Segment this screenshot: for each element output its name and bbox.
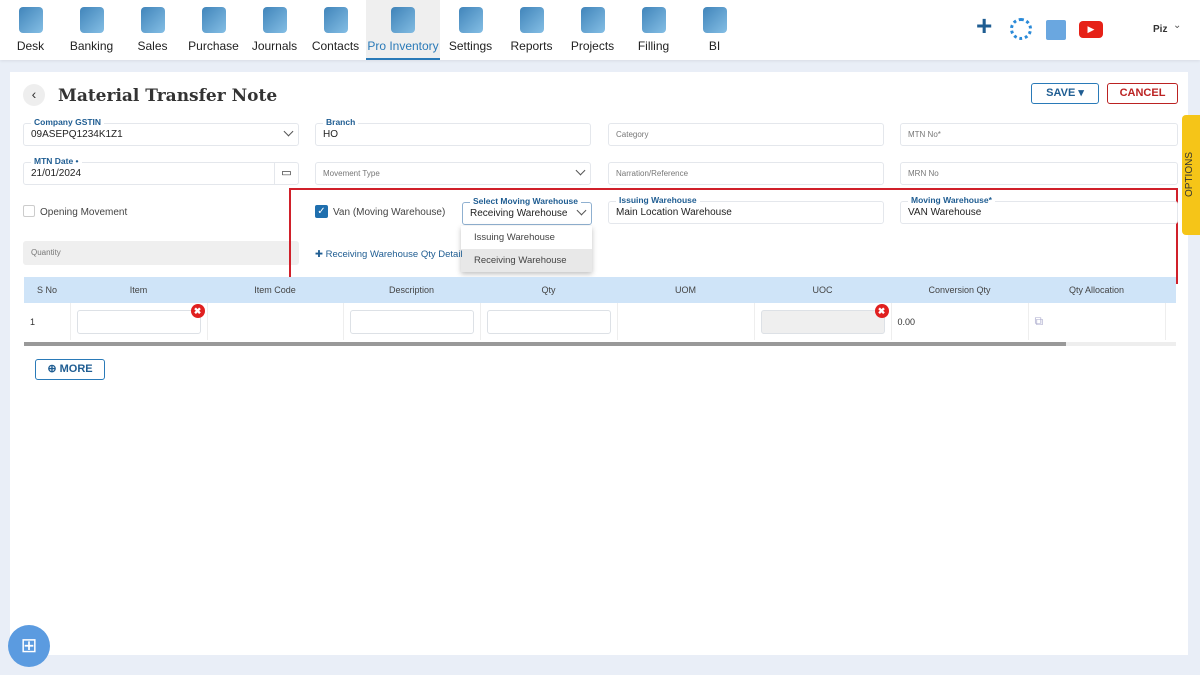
opening-movement-label: Opening Movement — [40, 207, 128, 218]
column-header: Item — [70, 277, 207, 303]
uoc-input[interactable] — [760, 309, 885, 334]
desk-icon — [18, 7, 43, 33]
option-receiving-warehouse[interactable]: Receiving Warehouse — [461, 249, 592, 272]
category-field[interactable]: Category — [608, 123, 884, 146]
column-header: Conversion Qty — [891, 277, 1028, 303]
cancel-button[interactable]: CANCEL — [1107, 83, 1178, 104]
column-header: Qty — [480, 277, 617, 303]
column-header: Description — [343, 277, 480, 303]
purchase-icon — [201, 7, 226, 33]
mrn-no-field[interactable]: MRN No — [900, 162, 1178, 185]
column-header: S No — [24, 277, 70, 303]
nav-item-reports[interactable]: Reports — [501, 0, 562, 60]
narration-field[interactable]: Narration/Reference — [608, 162, 884, 185]
option-issuing-warehouse[interactable]: Issuing Warehouse — [461, 226, 592, 249]
calendar-icon[interactable]: ▭ — [274, 163, 298, 184]
youtube-icon[interactable]: ▶ — [1079, 21, 1103, 38]
bank-icon — [79, 7, 104, 33]
nav-item-filling[interactable]: Filling — [623, 0, 684, 60]
chevron-down-icon — [575, 165, 586, 176]
horizontal-scrollbar[interactable] — [24, 342, 1176, 346]
column-header: Item Code — [207, 277, 343, 303]
add-icon[interactable]: + — [976, 10, 992, 42]
movement-type-select[interactable]: Movement Type — [315, 162, 591, 185]
inventory-icon — [391, 7, 415, 33]
nav-item-pro-inventory[interactable]: Pro Inventory — [366, 0, 440, 60]
remove-uoc-icon[interactable]: ✖ — [874, 304, 889, 318]
page-title: Material Transfer Note — [58, 86, 278, 106]
receiving-warehouse-qty-link[interactable]: ✚ Receiving Warehouse Qty Detail — [315, 249, 463, 260]
user-menu-chevron-icon[interactable]: ⌄ — [1173, 20, 1181, 31]
gear-icon[interactable] — [1010, 18, 1032, 40]
company-gstin-select[interactable]: Company GSTIN 09ASEPQ1234K1Z1 — [23, 117, 299, 146]
filling-icon — [641, 7, 666, 33]
projects-icon — [580, 7, 605, 33]
mtn-date-field[interactable]: MTN Date • 21/01/2024 ▭ — [23, 156, 299, 185]
save-button[interactable]: SAVE ▾ — [1031, 83, 1099, 104]
van-label: Van (Moving Warehouse) — [333, 207, 446, 218]
description-input[interactable] — [349, 309, 474, 334]
nav-item-purchase[interactable]: Purchase — [183, 0, 244, 60]
items-table: S No Item Item Code Description Qty UOM UOC Con… — [24, 277, 1176, 340]
nav-item-journals[interactable]: Journals — [244, 0, 305, 60]
material-transfer-card: ‹ Material Transfer Note SAVE ▾ CANCEL C… — [10, 72, 1188, 655]
issuing-warehouse-field[interactable]: Issuing Warehouse Main Location Warehouse — [608, 195, 884, 224]
top-nav: Desk Banking Sales Purchase Journals Contacts… — [0, 0, 1200, 60]
reports-icon — [519, 7, 544, 33]
mtn-no-field[interactable]: MTN No* — [900, 123, 1178, 146]
table-row: 1 ✖ ✖ 0.00 ⧉ — [24, 303, 1176, 340]
quantity-field[interactable]: Quantity — [23, 241, 299, 265]
branch-field[interactable]: Branch HO — [315, 117, 591, 146]
chevron-down-icon — [576, 205, 587, 216]
calculator-icon[interactable] — [1046, 20, 1066, 40]
column-header: UOM — [617, 277, 754, 303]
journals-icon — [262, 7, 287, 33]
items-table-container: S No Item Item Code Description Qty UOM UOC Con… — [24, 277, 1176, 347]
chevron-down-icon — [283, 126, 294, 137]
select-moving-warehouse-dropdown[interactable]: Select Moving Warehouse Receiving Warehou… — [462, 196, 592, 225]
warehouse-dropdown-menu: Issuing Warehouse Receiving Warehouse — [461, 226, 592, 272]
sales-icon — [140, 7, 165, 33]
item-input[interactable] — [76, 309, 201, 334]
van-checkbox[interactable]: ✓ — [315, 205, 328, 218]
qty-input[interactable] — [486, 309, 611, 334]
more-button[interactable]: ⊕ MORE — [35, 359, 105, 380]
bi-icon — [702, 7, 727, 33]
apps-grid-icon[interactable]: ⊞ — [8, 625, 50, 667]
back-button[interactable]: ‹ — [23, 84, 45, 106]
user-name[interactable]: Piz — [1153, 24, 1167, 35]
column-header: UOC — [754, 277, 891, 303]
column-header: Qty Allocation — [1028, 277, 1165, 303]
qty-allocation-icon[interactable]: ⧉ — [1028, 303, 1166, 340]
nav-item-contacts[interactable]: Contacts — [305, 0, 366, 60]
nav-item-bi[interactable]: BI — [684, 0, 745, 60]
remove-item-icon[interactable]: ✖ — [190, 304, 205, 318]
contacts-icon — [323, 7, 348, 33]
nav-item-sales[interactable]: Sales — [122, 0, 183, 60]
nav-item-projects[interactable]: Projects — [562, 0, 623, 60]
settings-icon — [458, 7, 483, 33]
moving-warehouse-field[interactable]: Moving Warehouse* VAN Warehouse — [900, 195, 1178, 224]
opening-movement-checkbox[interactable] — [23, 205, 35, 217]
nav-item-banking[interactable]: Banking — [61, 0, 122, 60]
nav-item-settings[interactable]: Settings — [440, 0, 501, 60]
options-tab[interactable]: OPTIONS — [1182, 115, 1200, 235]
nav-item-desk[interactable]: Desk — [0, 0, 61, 60]
